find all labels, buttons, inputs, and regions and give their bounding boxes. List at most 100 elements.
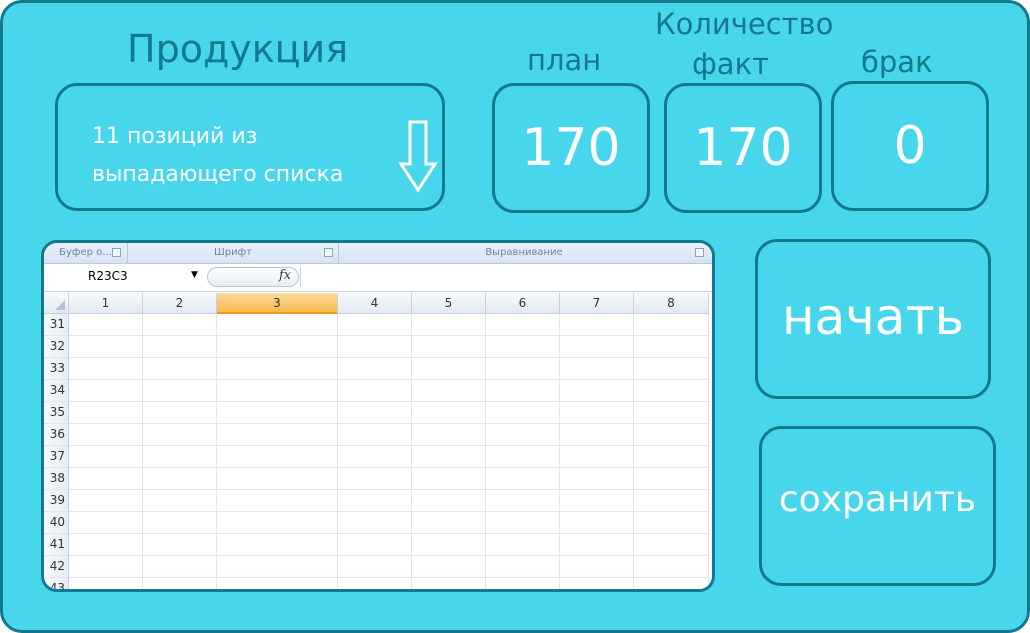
- sheet-cell[interactable]: [217, 336, 338, 358]
- sheet-cell[interactable]: [412, 512, 486, 534]
- sheet-cell[interactable]: [412, 402, 486, 424]
- sheet-cell[interactable]: [560, 556, 634, 578]
- row-header[interactable]: 40: [44, 512, 69, 534]
- column-header[interactable]: 2: [143, 293, 217, 314]
- sheet-cell[interactable]: [634, 314, 709, 336]
- sheet-cell[interactable]: [217, 578, 338, 589]
- sheet-cell[interactable]: [412, 446, 486, 468]
- sheet-cell[interactable]: [634, 490, 709, 512]
- sheet-cell[interactable]: [217, 380, 338, 402]
- sheet-cell[interactable]: [338, 446, 412, 468]
- sheet-cell[interactable]: [338, 402, 412, 424]
- sheet-cell[interactable]: [143, 358, 217, 380]
- sheet-cell[interactable]: [412, 336, 486, 358]
- sheet-cell[interactable]: [486, 380, 560, 402]
- sheet-cell[interactable]: [560, 578, 634, 589]
- insert-function-icon[interactable]: fx: [279, 268, 291, 283]
- row-header[interactable]: 38: [44, 468, 69, 490]
- sheet-cell[interactable]: [143, 556, 217, 578]
- sheet-cell[interactable]: [412, 490, 486, 512]
- sheet-cell[interactable]: [338, 512, 412, 534]
- column-header[interactable]: 7: [560, 293, 634, 314]
- sheet-cell[interactable]: [338, 468, 412, 490]
- sheet-cell[interactable]: [338, 380, 412, 402]
- sheet-cell[interactable]: [560, 336, 634, 358]
- dialog-launcher-icon[interactable]: [695, 248, 704, 257]
- sheet-cell[interactable]: [143, 424, 217, 446]
- sheet-cell[interactable]: [217, 490, 338, 512]
- sheet-cell[interactable]: [486, 358, 560, 380]
- sheet-cell[interactable]: [69, 446, 143, 468]
- sheet-cell[interactable]: [634, 578, 709, 589]
- sheet-cell[interactable]: [486, 402, 560, 424]
- sheet-cell[interactable]: [634, 468, 709, 490]
- sheet-cell[interactable]: [560, 468, 634, 490]
- product-dropdown[interactable]: 11 позиций из выпадающего списка: [55, 83, 445, 211]
- sheet-cell[interactable]: [69, 490, 143, 512]
- sheet-cell[interactable]: [560, 446, 634, 468]
- sheet-cell[interactable]: [486, 314, 560, 336]
- sheet-cell[interactable]: [69, 534, 143, 556]
- row-header[interactable]: 36: [44, 424, 69, 446]
- sheet-cell[interactable]: [217, 446, 338, 468]
- row-header[interactable]: 39: [44, 490, 69, 512]
- sheet-cell[interactable]: [338, 578, 412, 589]
- sheet-cell[interactable]: [486, 578, 560, 589]
- sheet-cell[interactable]: [412, 358, 486, 380]
- formula-input[interactable]: [300, 267, 712, 287]
- sheet-cell[interactable]: [634, 424, 709, 446]
- sheet-cell[interactable]: [69, 468, 143, 490]
- sheet-cell[interactable]: [560, 402, 634, 424]
- dialog-launcher-icon[interactable]: [324, 248, 333, 257]
- sheet-cell[interactable]: [338, 314, 412, 336]
- sheet-cell[interactable]: [560, 314, 634, 336]
- sheet-cell[interactable]: [338, 556, 412, 578]
- sheet-cell[interactable]: [634, 556, 709, 578]
- sheet-cell[interactable]: [69, 512, 143, 534]
- sheet-cell[interactable]: [412, 534, 486, 556]
- sheet-cell[interactable]: [560, 512, 634, 534]
- sheet-cell[interactable]: [338, 424, 412, 446]
- save-button[interactable]: сохранить: [759, 426, 996, 586]
- sheet-cell[interactable]: [143, 490, 217, 512]
- column-header[interactable]: 6: [486, 293, 560, 314]
- sheet-cell[interactable]: [143, 534, 217, 556]
- sheet-cell[interactable]: [143, 446, 217, 468]
- sheet-cell[interactable]: [217, 534, 338, 556]
- sheet-cell[interactable]: [486, 468, 560, 490]
- sheet-cell[interactable]: [338, 336, 412, 358]
- sheet-cell[interactable]: [217, 424, 338, 446]
- sheet-cell[interactable]: [412, 314, 486, 336]
- sheet-cell[interactable]: [143, 336, 217, 358]
- sheet-cell[interactable]: [217, 314, 338, 336]
- sheet-cell[interactable]: [486, 490, 560, 512]
- sheet-cell[interactable]: [412, 380, 486, 402]
- sheet-cell[interactable]: [486, 446, 560, 468]
- sheet-cell[interactable]: [69, 358, 143, 380]
- sheet-cell[interactable]: [560, 490, 634, 512]
- sheet-cell[interactable]: [69, 314, 143, 336]
- sheet-cell[interactable]: [143, 468, 217, 490]
- name-box[interactable]: R23C3: [88, 269, 128, 283]
- sheet-cell[interactable]: [217, 358, 338, 380]
- sheet-cell[interactable]: [143, 380, 217, 402]
- row-header[interactable]: 35: [44, 402, 69, 424]
- sheet-cell[interactable]: [217, 512, 338, 534]
- sheet-cell[interactable]: [486, 534, 560, 556]
- column-header[interactable]: 5: [412, 293, 486, 314]
- row-header[interactable]: 32: [44, 336, 69, 358]
- row-header[interactable]: 41: [44, 534, 69, 556]
- sheet-cell[interactable]: [634, 358, 709, 380]
- row-header[interactable]: 31: [44, 314, 69, 336]
- sheet-cell[interactable]: [634, 380, 709, 402]
- dialog-launcher-icon[interactable]: [112, 248, 121, 257]
- sheet-cell[interactable]: [412, 424, 486, 446]
- sheet-cell[interactable]: [634, 446, 709, 468]
- sheet-cell[interactable]: [338, 490, 412, 512]
- sheet-cell[interactable]: [560, 358, 634, 380]
- row-header[interactable]: 37: [44, 446, 69, 468]
- sheet-cell[interactable]: [560, 380, 634, 402]
- sheet-cell[interactable]: [143, 402, 217, 424]
- sheet-cell[interactable]: [634, 336, 709, 358]
- sheet-cell[interactable]: [69, 380, 143, 402]
